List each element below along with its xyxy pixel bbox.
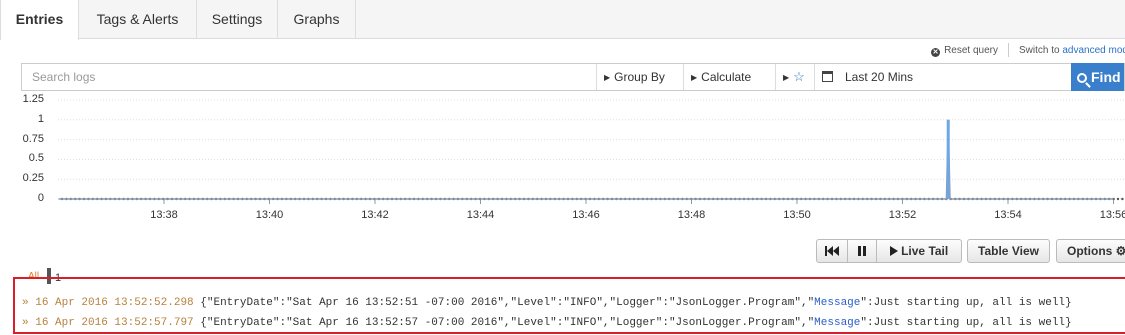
y-tick-label: 0: [37, 192, 44, 204]
x-tick-label: 13:44: [466, 209, 495, 221]
group-by-dropdown[interactable]: ▶ Group By: [596, 64, 683, 90]
play-icon: [889, 246, 898, 256]
log-timestamp: 16 Apr 2016 13:52:52.298: [35, 297, 194, 309]
skip-back-icon: [825, 246, 839, 256]
star-icon[interactable]: ☆: [793, 69, 805, 84]
skip-back-button[interactable]: [816, 239, 848, 263]
calendar-icon: [822, 71, 833, 82]
search-bar: ▶Group By ▶Calculate ▶☆ Last 20 Mins Fin…: [21, 63, 1125, 91]
tab-entries[interactable]: Entries: [0, 0, 79, 40]
pause-button[interactable]: [847, 239, 877, 263]
x-tick-label: 13:42: [361, 209, 389, 221]
time-range-picker[interactable]: Last 20 Mins: [814, 64, 1073, 90]
y-tick-label: 0.25: [22, 172, 44, 185]
tab-tags-alerts[interactable]: Tags & Alerts: [79, 0, 197, 39]
x-tick-label: 13:56: [1099, 209, 1125, 221]
log-entry[interactable]: » 16 Apr 2016 13:52:52.298 {"EntryDate":…: [22, 297, 1122, 309]
caret-right-icon: ▶: [783, 73, 790, 82]
switch-mode-text: Switch to advanced mode: [1019, 45, 1125, 56]
playback-controls: Live Tail: [816, 239, 962, 263]
x-tick-label: 13:46: [572, 209, 600, 221]
x-tick-label: 13:48: [677, 209, 706, 221]
live-tail-label: Live Tail: [901, 244, 949, 258]
options-button[interactable]: Options ⚙: [1056, 239, 1125, 263]
baseline-point: [1121, 197, 1124, 201]
expand-arrow-icon[interactable]: »: [22, 317, 29, 329]
log-volume-chart: 1.25 1 0.75 0.5 0.25 0 13:38 13:40 13:42 13:44 13…: [0, 93, 1125, 228]
caret-right-icon: ▶: [604, 73, 611, 82]
log-timestamp: 16 Apr 2016 13:52:57.797: [35, 317, 194, 329]
saved-searches-toggle[interactable]: ▶ ☆: [775, 64, 814, 90]
advanced-mode-link[interactable]: advanced mode: [1062, 45, 1125, 56]
x-tick-label: 13:40: [255, 209, 284, 221]
calculate-dropdown[interactable]: ▶ Calculate: [683, 64, 775, 90]
live-tail-button[interactable]: Live Tail: [876, 239, 962, 263]
search-input[interactable]: [22, 64, 596, 90]
expand-arrow-icon[interactable]: »: [22, 297, 29, 309]
pause-icon: [858, 246, 866, 256]
baseline-point: [1116, 197, 1120, 201]
caret-right-icon: ▶: [691, 73, 698, 82]
x-tick-label: 13:54: [994, 209, 1022, 221]
calculate-label: Calculate: [701, 70, 752, 84]
y-tick-label: 1.25: [22, 93, 44, 105]
log-json-prefix: {"EntryDate":"Sat Apr 16 13:52:57 -07:00…: [200, 317, 815, 329]
tab-settings[interactable]: Settings: [197, 0, 278, 39]
switch-prefix: Switch to: [1019, 45, 1060, 56]
find-label: Find: [1091, 69, 1121, 85]
table-view-button[interactable]: Table View: [967, 239, 1050, 263]
log-json-prefix: {"EntryDate":"Sat Apr 16 13:52:51 -07:00…: [200, 297, 815, 309]
y-tick-label: 1: [37, 112, 44, 125]
log-message-key: Message: [814, 317, 861, 329]
data-bar[interactable]: [946, 119, 950, 199]
log-json-suffix: ":Just starting up, all is well}: [860, 317, 1072, 329]
y-tick-label: 0.5: [28, 152, 44, 165]
group-by-label: Group By: [614, 70, 665, 84]
tab-graphs[interactable]: Graphs: [278, 0, 356, 39]
links-divider: [1008, 43, 1009, 57]
reset-query-label: Reset query: [944, 45, 998, 56]
time-range-label: Last 20 Mins: [845, 70, 914, 84]
log-json-suffix: ":Just starting up, all is well}: [860, 297, 1072, 309]
reset-query-link[interactable]: ✕ Reset query: [931, 45, 998, 57]
log-message-key: Message: [814, 297, 861, 309]
log-entry[interactable]: » 16 Apr 2016 13:52:57.797 {"EntryDate":…: [22, 317, 1122, 329]
chart-canvas: [58, 99, 1125, 204]
options-label: Options: [1067, 244, 1113, 258]
magnifier-icon: [1077, 73, 1087, 83]
find-button[interactable]: Find: [1071, 63, 1124, 91]
query-links: ✕Reset query Switch to advanced mode: [905, 43, 1125, 59]
y-tick-label: 0.75: [22, 132, 44, 145]
x-tick-label: 13:38: [150, 209, 178, 221]
x-tick-label: 13:52: [888, 209, 917, 221]
tab-bar: Entries Tags & Alerts Settings Graphs: [0, 0, 1125, 40]
x-tick-label: 13:50: [783, 209, 811, 221]
gear-icon: ⚙: [1116, 244, 1125, 258]
reset-x-icon: ✕: [931, 48, 941, 57]
